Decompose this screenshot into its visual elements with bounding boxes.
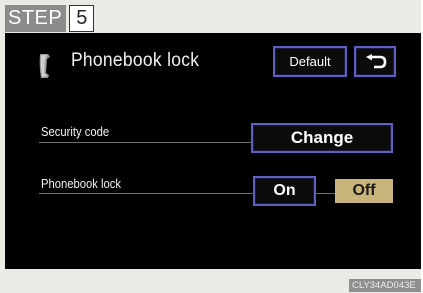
on-button[interactable]: On — [253, 176, 316, 206]
phonebook-lock-label: Phonebook lock — [41, 177, 122, 191]
phone-handset-icon — [38, 53, 52, 79]
manual-figure: STEP 5 Phonebook lock Default Security c… — [0, 0, 421, 293]
return-arrow-icon — [366, 54, 387, 69]
security-code-label: Security code — [41, 125, 110, 139]
divider — [39, 193, 254, 194]
divider — [316, 193, 336, 194]
default-button[interactable]: Default — [273, 46, 347, 77]
step-label: STEP — [5, 5, 67, 32]
off-button[interactable]: Off — [335, 179, 393, 203]
back-button[interactable] — [354, 46, 396, 77]
screen-title: Phonebook lock — [71, 50, 200, 71]
step-badge: STEP 5 — [5, 5, 95, 32]
change-button[interactable]: Change — [251, 123, 393, 153]
display-screen: Phonebook lock Default Security code Cha… — [5, 33, 421, 269]
divider — [39, 142, 254, 143]
step-number: 5 — [69, 5, 95, 32]
image-code: CLY34AD043E — [349, 279, 421, 292]
